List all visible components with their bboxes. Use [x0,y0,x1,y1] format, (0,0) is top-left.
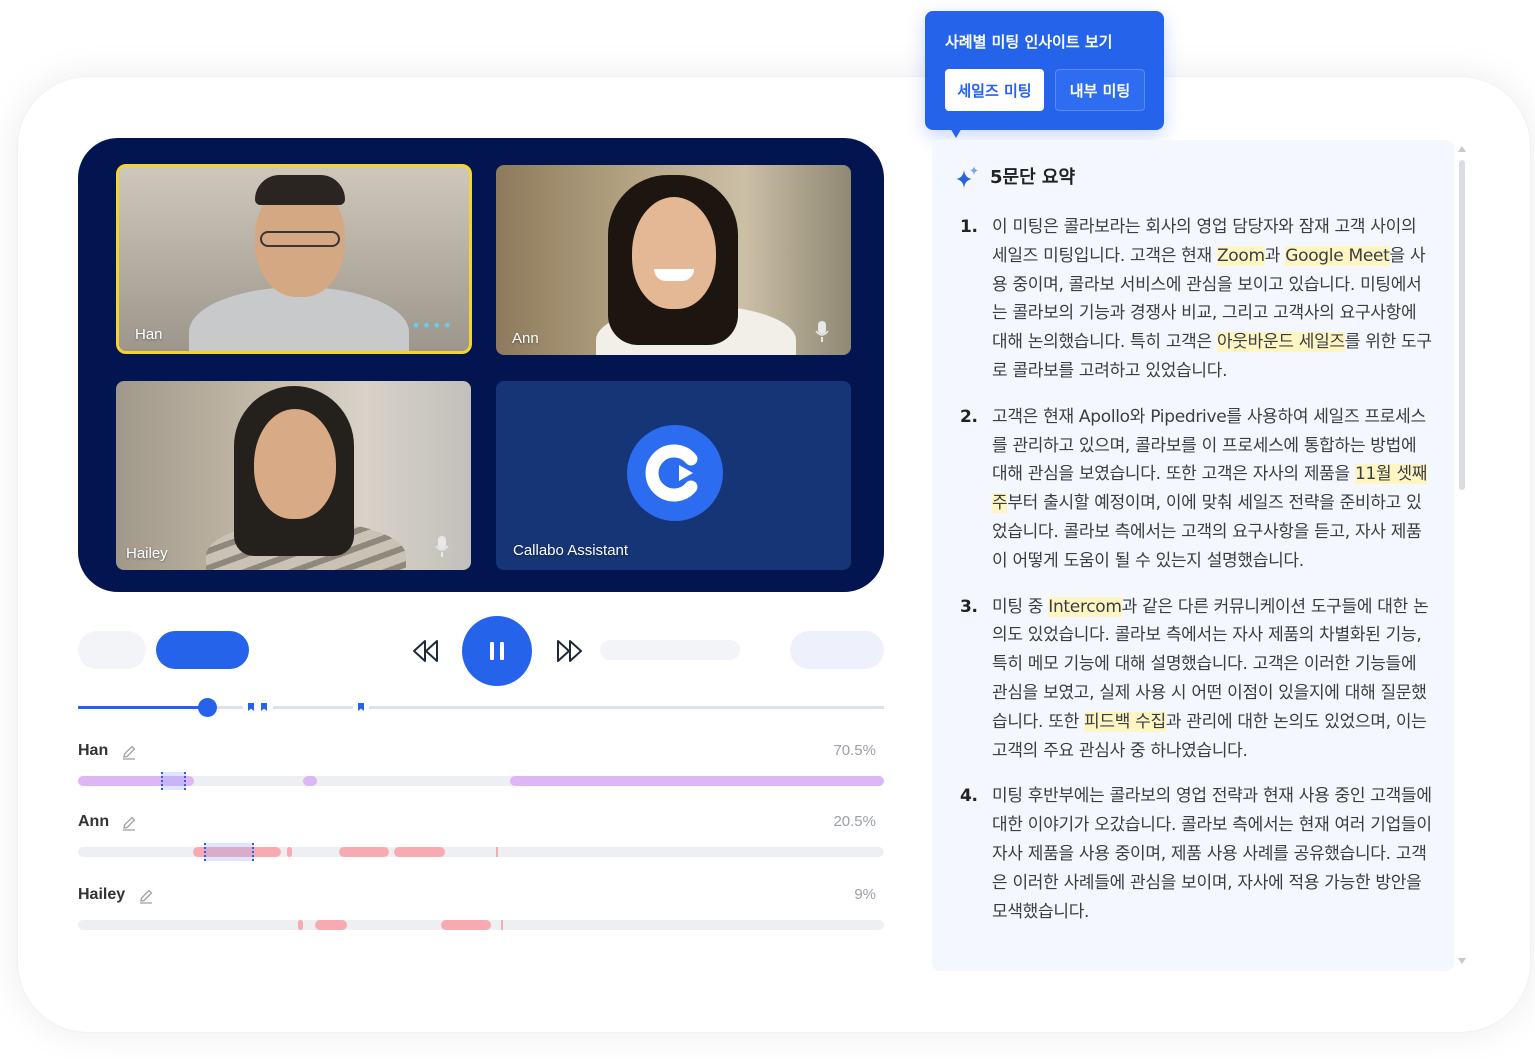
video-tile-callabo-assistant[interactable]: Callabo Assistant [496,381,851,570]
summary-title: 5문단 요약 [990,167,1076,188]
speaker-percent-han: 70.5% [833,742,876,759]
speech-segment [501,920,503,930]
rewind-icon[interactable] [410,638,440,664]
summary-scroll-area[interactable]: 1. 이 미팅은 콜라보라는 회사의 영업 담당자와 잠재 고객 사이의 세일즈 … [932,205,1454,971]
sparkle-icon [956,166,978,188]
summary-item: 3. 미팅 중 Intercom과 같은 다른 커뮤니케이션 도구들에 대한 논의… [955,593,1435,766]
mic-icon [815,321,829,342]
participant-name: Ann [512,330,539,347]
speech-segment [496,847,498,857]
summary-text: 부터 출시할 예정이며, 이에 맞춰 세일즈 전략을 준비하고 있었습니다. 콜… [992,493,1422,571]
playback-fill [78,706,207,709]
speech-segment [287,847,292,857]
summary-item-number: 3. [960,596,978,617]
summary-list: 1. 이 미팅은 콜라보라는 회사의 영업 담당자와 잠재 고객 사이의 세일즈 … [955,213,1435,943]
summary-text: 미팅 중 [992,596,1049,617]
speaker-name-ann: Ann [78,813,110,830]
smile [654,269,694,281]
placeholder-pill [78,631,146,669]
pause-icon [490,642,504,660]
mic-icon [435,536,449,557]
edit-pencil-icon[interactable] [121,744,137,760]
bookmark-marker[interactable] [353,700,369,716]
participant-face [632,197,716,309]
speaker-timeline-han[interactable] [78,772,884,790]
tab-internal-meeting[interactable]: 내부 미팅 [1055,69,1145,111]
selection-range[interactable] [204,843,254,861]
glasses [260,231,340,247]
speech-segment [315,920,347,930]
fast-forward-icon[interactable] [555,638,585,664]
bookmark-marker[interactable] [243,700,273,716]
video-tile-han[interactable]: Han •••• [116,164,472,354]
participant-hair [255,175,345,205]
speaker-percent-ann: 20.5% [833,813,876,830]
tooltip-arrow [949,126,963,138]
callabo-logo-icon [627,425,723,521]
scroll-up-arrow[interactable] [1458,146,1466,152]
participant-name: Hailey [126,545,168,562]
placeholder-pill [600,640,740,660]
participant-face [254,409,336,519]
edit-pencil-icon[interactable] [138,888,154,904]
video-tile-ann[interactable]: Ann [496,165,851,355]
summary-item: 1. 이 미팅은 콜라보라는 회사의 영업 담당자와 잠재 고객 사이의 세일즈 … [955,213,1435,386]
highlighted-keyword[interactable]: Google Meet [1285,245,1390,266]
speech-segment [441,920,491,930]
speaker-name-han: Han [78,742,109,759]
video-tile-hailey[interactable]: Hailey [116,381,471,570]
speech-segment [298,920,303,930]
speaker-timeline-hailey[interactable] [78,920,884,930]
speech-segment [339,847,389,857]
speed-pill-button[interactable] [156,631,249,669]
summary-item-number: 1. [960,217,978,237]
tab-sales-meeting[interactable]: 세일즈 미팅 [945,69,1044,111]
highlighted-keyword[interactable]: Intercom [1048,596,1122,617]
playback-knob[interactable] [198,698,217,717]
speech-segment [303,776,317,786]
summary-item: 2. 고객은 현재 Apollo와 Pipedrive를 사용하여 세일즈 프로세… [955,403,1435,576]
speaker-name-hailey: Hailey [78,886,126,903]
pause-button[interactable] [462,616,532,686]
speech-segment [510,776,884,786]
edit-pencil-icon[interactable] [121,815,137,831]
summary-text: 미팅 후반부에는 콜라보의 영업 전략과 현재 사용 중인 고객들에 대한 이야… [992,786,1432,922]
highlighted-keyword[interactable]: 피드백 수집 [1084,711,1166,732]
speech-segment [394,847,445,857]
speaker-percent-hailey: 9% [854,886,876,903]
highlighted-keyword[interactable]: 아웃바운드 세일즈 [1216,332,1345,353]
summary-text: 과 [1264,245,1286,266]
participant-body [189,287,409,351]
speaker-timeline-ann[interactable] [78,843,884,861]
placeholder-pill [790,631,884,669]
summary-item-number: 2. [960,406,978,427]
participant-name: Callabo Assistant [513,542,629,559]
scrollbar-thumb[interactable] [1459,160,1465,490]
speaking-dots-icon: •••• [411,316,453,335]
summary-item: 4. 미팅 후반부에는 콜라보의 영업 전략과 현재 사용 중인 고객들에 대한 … [955,782,1435,926]
tooltip-title: 사례별 미팅 인사이트 보기 [945,33,1113,51]
selection-range[interactable] [161,772,186,790]
highlighted-keyword[interactable]: Zoom [1216,245,1265,266]
participant-name: Han [135,326,163,343]
scroll-down-arrow[interactable] [1458,958,1466,964]
summary-item-number: 4. [960,786,978,807]
